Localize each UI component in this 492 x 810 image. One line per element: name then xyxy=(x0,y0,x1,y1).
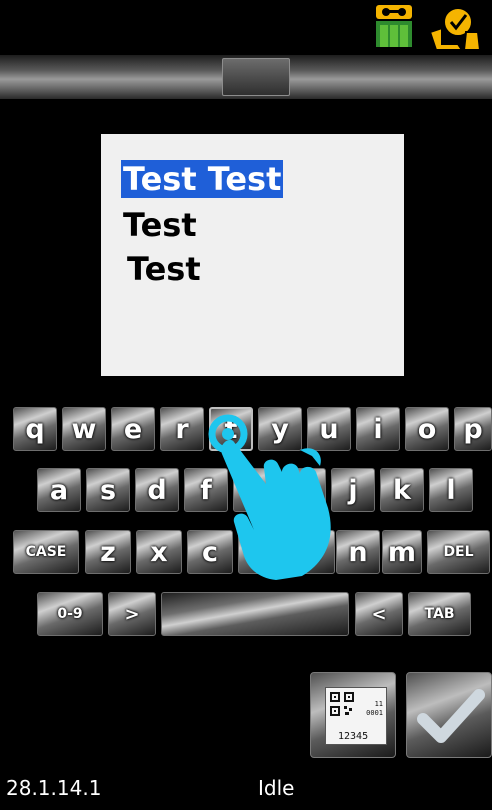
key-z[interactable]: z xyxy=(85,530,131,574)
key-u[interactable]: u xyxy=(307,407,351,451)
barcode-aux-text: 11 0001 xyxy=(366,700,383,717)
key-numeric[interactable]: 0-9 xyxy=(37,592,103,636)
key-y[interactable]: y xyxy=(258,407,302,451)
label-preview[interactable]: Test Test Test Test xyxy=(101,134,404,376)
key-p[interactable]: p xyxy=(454,407,492,451)
key-g[interactable]: g xyxy=(233,468,277,512)
qr-code-icon xyxy=(330,692,354,716)
key-n[interactable]: n xyxy=(336,530,380,574)
key-d[interactable]: d xyxy=(135,468,179,512)
firmware-version: 28.1.14.1 xyxy=(6,776,102,800)
key-j[interactable]: j xyxy=(331,468,375,512)
key-less-than[interactable]: < xyxy=(355,592,403,636)
key-tab[interactable]: TAB xyxy=(408,592,471,636)
key-f[interactable]: f xyxy=(184,468,228,512)
top-status-area xyxy=(0,0,492,55)
key-o[interactable]: o xyxy=(405,407,449,451)
tape-cassette-icon[interactable] xyxy=(375,3,413,49)
key-l[interactable]: l xyxy=(429,468,473,512)
key-i[interactable]: i xyxy=(356,407,400,451)
printer-state: Idle xyxy=(258,776,295,800)
key-greater-than[interactable]: > xyxy=(108,592,156,636)
key-s[interactable]: s xyxy=(86,468,130,512)
preview-line-2[interactable]: Test xyxy=(123,206,197,244)
checkmark-icon xyxy=(417,689,485,743)
preview-line-1-selected[interactable]: Test Test xyxy=(121,160,284,198)
barcode-icon: 11 0001 12345 xyxy=(325,687,387,745)
key-a[interactable]: a xyxy=(37,468,81,512)
key-case[interactable]: CASE xyxy=(13,530,79,574)
label-printer-icon[interactable] xyxy=(428,4,482,50)
confirm-button[interactable] xyxy=(406,672,492,758)
barcode-button[interactable]: 11 0001 12345 xyxy=(310,672,396,758)
key-space[interactable] xyxy=(161,592,349,636)
key-r[interactable]: r xyxy=(160,407,204,451)
key-delete[interactable]: DEL xyxy=(427,530,490,574)
key-m[interactable]: m xyxy=(382,530,422,574)
key-c[interactable]: c xyxy=(187,530,233,574)
barcode-number: 12345 xyxy=(338,731,369,742)
key-e[interactable]: e xyxy=(111,407,155,451)
title-bar-handle[interactable] xyxy=(222,58,290,96)
key-k[interactable]: k xyxy=(380,468,424,512)
key-v[interactable]: v xyxy=(238,530,284,574)
preview-line-3[interactable]: Test xyxy=(127,250,201,288)
key-w[interactable]: w xyxy=(62,407,106,451)
key-q[interactable]: q xyxy=(13,407,57,451)
key-x[interactable]: x xyxy=(136,530,182,574)
key-h[interactable]: h xyxy=(282,468,326,512)
key-b[interactable]: b xyxy=(289,530,335,574)
key-t[interactable]: t xyxy=(209,407,253,451)
